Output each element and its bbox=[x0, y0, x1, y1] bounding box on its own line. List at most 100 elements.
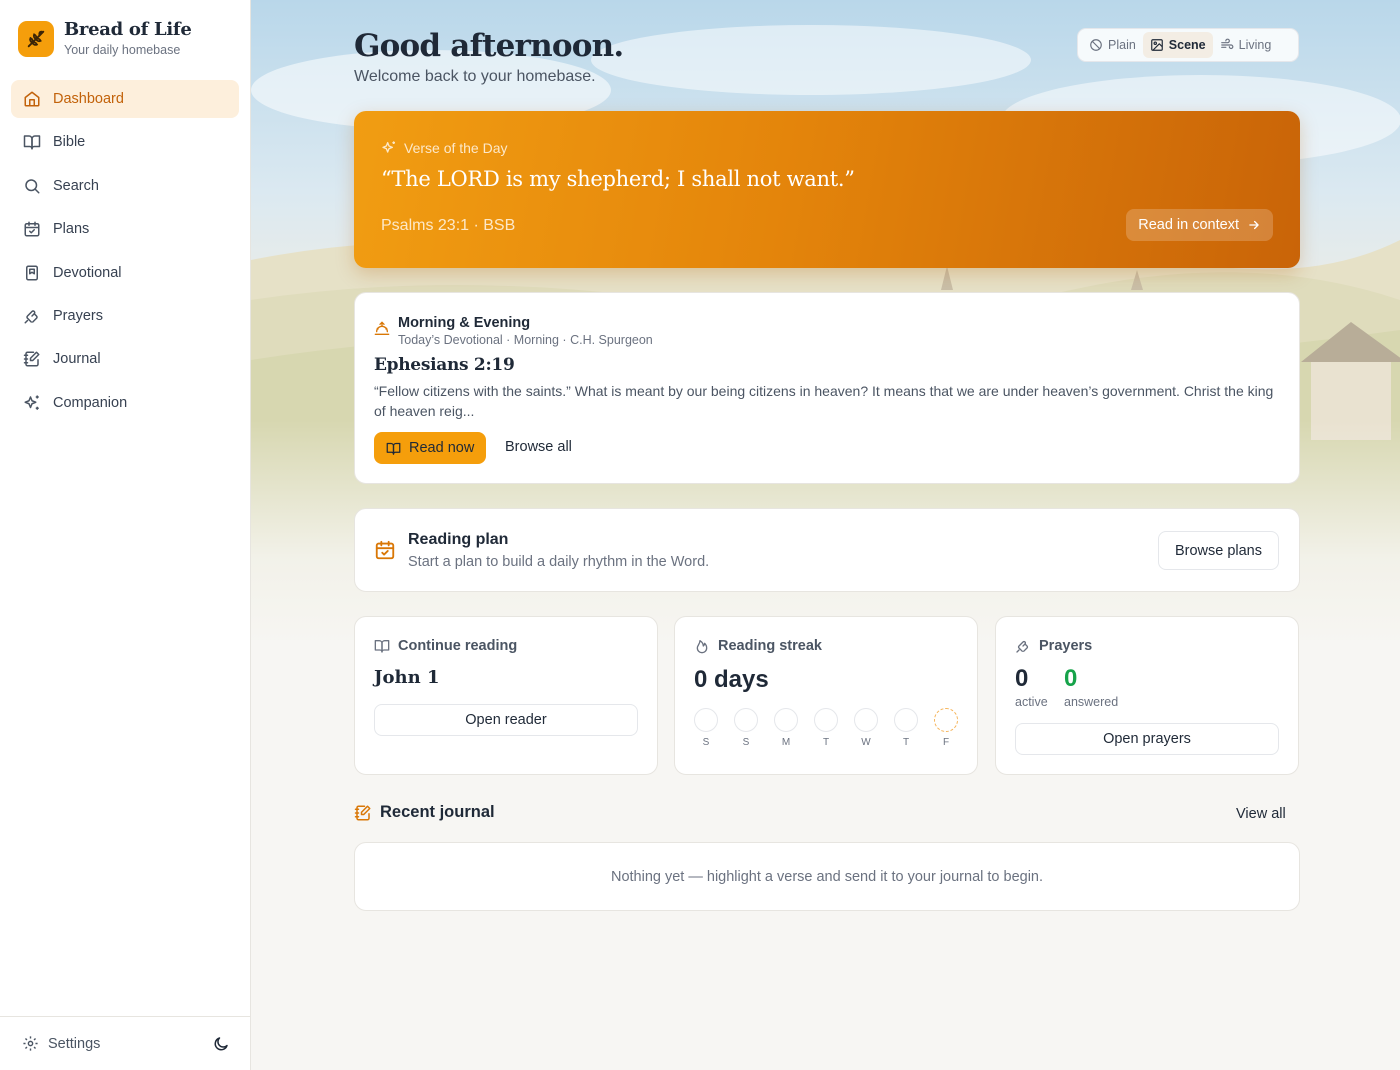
book-open-icon bbox=[374, 638, 390, 654]
nav-item-search[interactable]: Search bbox=[11, 167, 239, 205]
nav-item-companion[interactable]: Companion bbox=[11, 384, 239, 422]
day-indicator: S bbox=[734, 708, 758, 748]
home-icon bbox=[23, 90, 41, 108]
book-bookmark-icon bbox=[23, 264, 41, 282]
card-title: Continue reading bbox=[398, 638, 518, 654]
view-all-journal-link[interactable]: View all bbox=[1236, 806, 1286, 822]
search-icon bbox=[23, 177, 41, 195]
open-reader-button[interactable]: Open reader bbox=[374, 704, 638, 736]
calendar-check-icon bbox=[374, 539, 396, 561]
devotional-reference: Ephesians 2:19 bbox=[374, 355, 515, 375]
ban-icon bbox=[1089, 38, 1103, 52]
day-indicator: T bbox=[894, 708, 918, 748]
continue-reading-card: Continue reading John 1 Open reader bbox=[354, 616, 658, 775]
browse-plans-button[interactable]: Browse plans bbox=[1157, 531, 1279, 570]
mode-scene-button[interactable]: Scene bbox=[1142, 32, 1213, 58]
answered-label: answered bbox=[1064, 695, 1119, 709]
main-nav: Dashboard Bible Search Plans Devotional bbox=[11, 80, 239, 427]
devotional-card: Morning & Evening Today’s Devotional · M… bbox=[354, 292, 1300, 484]
sidebar: Bread of Life Your daily homebase Dashbo… bbox=[0, 0, 251, 1070]
continue-reading-reference: John 1 bbox=[374, 667, 440, 688]
journal-empty-state: Nothing yet — highlight a verse and send… bbox=[354, 842, 1300, 911]
notebook-pen-icon bbox=[23, 350, 41, 368]
settings-label: Settings bbox=[48, 1035, 101, 1052]
button-label: Read in context bbox=[1138, 217, 1239, 233]
read-in-context-button[interactable]: Read in context bbox=[1126, 209, 1273, 241]
empty-state-text: Nothing yet — highlight a verse and send… bbox=[610, 868, 1044, 885]
book-open-icon bbox=[23, 133, 41, 151]
nav-label: Bible bbox=[53, 134, 86, 151]
flame-icon bbox=[694, 638, 710, 654]
devotional-title: Morning & Evening bbox=[398, 315, 531, 331]
open-prayers-button[interactable]: Open prayers bbox=[1015, 723, 1279, 755]
card-title: Prayers bbox=[1039, 638, 1093, 654]
devotional-header: Morning & Evening Today’s Devotional · M… bbox=[374, 315, 653, 347]
wheat-logo-icon bbox=[18, 20, 54, 57]
background-mode-toggle: Plain Scene Living bbox=[1077, 28, 1299, 62]
answered-count: 0 bbox=[1064, 665, 1078, 692]
main-content: Good afternoon. Welcome back to your hom… bbox=[251, 0, 1400, 1070]
brand-tagline: Your daily homebase bbox=[64, 43, 181, 57]
sidebar-footer: Settings bbox=[0, 1016, 250, 1070]
nav-item-bible[interactable]: Bible bbox=[11, 123, 239, 161]
moon-icon[interactable] bbox=[212, 1035, 230, 1053]
gear-icon bbox=[22, 1035, 39, 1052]
prayers-card: Prayers 0 active 0 answered Open prayers bbox=[995, 616, 1299, 775]
card-header: Reading streak bbox=[694, 638, 822, 654]
devotional-meta: Today’s Devotional · Morning · C.H. Spur… bbox=[398, 333, 653, 347]
mode-label: Plain bbox=[1108, 38, 1136, 52]
button-label: Read now bbox=[409, 440, 475, 456]
day-indicator-today: F bbox=[934, 708, 958, 748]
verse-label-text: Verse of the Day bbox=[404, 140, 508, 156]
nav-item-dashboard[interactable]: Dashboard bbox=[11, 80, 239, 118]
verse-of-the-day-card: Verse of the Day “The LORD is my shepher… bbox=[354, 111, 1300, 268]
settings-link[interactable]: Settings bbox=[22, 1035, 100, 1052]
day-indicator: T bbox=[814, 708, 838, 748]
nav-item-plans[interactable]: Plans bbox=[11, 210, 239, 248]
mode-label: Living bbox=[1238, 38, 1272, 52]
nav-label: Plans bbox=[53, 221, 90, 238]
active-label: active bbox=[1015, 695, 1048, 709]
recent-journal-header: Recent journal bbox=[354, 803, 495, 822]
card-header: Prayers bbox=[1015, 638, 1092, 654]
day-indicator: M bbox=[774, 708, 798, 748]
week-days: S S M T W T F bbox=[694, 708, 974, 748]
image-icon bbox=[1150, 38, 1164, 52]
reading-plan-title: Reading plan bbox=[408, 531, 509, 548]
wind-icon bbox=[1220, 38, 1234, 52]
verse-text: “The LORD is my shepherd; I shall not wa… bbox=[381, 167, 855, 191]
nav-item-journal[interactable]: Journal bbox=[11, 340, 239, 378]
mode-living-button[interactable]: Living bbox=[1213, 32, 1279, 58]
section-title: Recent journal bbox=[380, 803, 495, 821]
nav-item-prayers[interactable]: Prayers bbox=[11, 297, 239, 335]
read-now-button[interactable]: Read now bbox=[374, 432, 487, 464]
mode-plain-button[interactable]: Plain bbox=[1082, 32, 1143, 58]
brand-name: Bread of Life bbox=[64, 19, 192, 40]
nav-label: Companion bbox=[53, 394, 128, 411]
notebook-pen-icon bbox=[354, 804, 372, 822]
arrow-right-icon bbox=[1247, 218, 1261, 232]
verse-reference: Psalms 23:1 · BSB bbox=[381, 217, 516, 234]
praying-hands-icon bbox=[23, 307, 41, 325]
book-open-icon bbox=[386, 441, 401, 456]
sunrise-icon bbox=[374, 321, 390, 347]
greeting-title: Good afternoon. bbox=[354, 28, 624, 64]
verse-label: Verse of the Day bbox=[381, 140, 508, 156]
card-title: Reading streak bbox=[718, 638, 822, 654]
browse-all-link[interactable]: Browse all bbox=[505, 439, 572, 455]
active-count: 0 bbox=[1015, 665, 1029, 692]
nav-item-devotional[interactable]: Devotional bbox=[11, 254, 239, 292]
sparkles-icon bbox=[23, 394, 41, 412]
nav-label: Search bbox=[53, 177, 99, 194]
nav-label: Journal bbox=[53, 351, 101, 368]
card-header: Continue reading bbox=[374, 638, 517, 654]
reading-plan-card: Reading plan Start a plan to build a dai… bbox=[354, 508, 1300, 592]
greeting-subtitle: Welcome back to your homebase. bbox=[354, 68, 596, 85]
nav-label: Devotional bbox=[53, 264, 122, 281]
answered-prayers-stat: 0 answered bbox=[1064, 665, 1118, 709]
day-indicator: S bbox=[694, 708, 718, 748]
brand[interactable]: Bread of Life Your daily homebase bbox=[18, 19, 192, 57]
nav-label: Dashboard bbox=[53, 91, 124, 107]
reading-streak-card: Reading streak 0 days S S M T W T F bbox=[674, 616, 978, 775]
devotional-excerpt: “Fellow citizens with the saints.” What … bbox=[374, 383, 1274, 419]
